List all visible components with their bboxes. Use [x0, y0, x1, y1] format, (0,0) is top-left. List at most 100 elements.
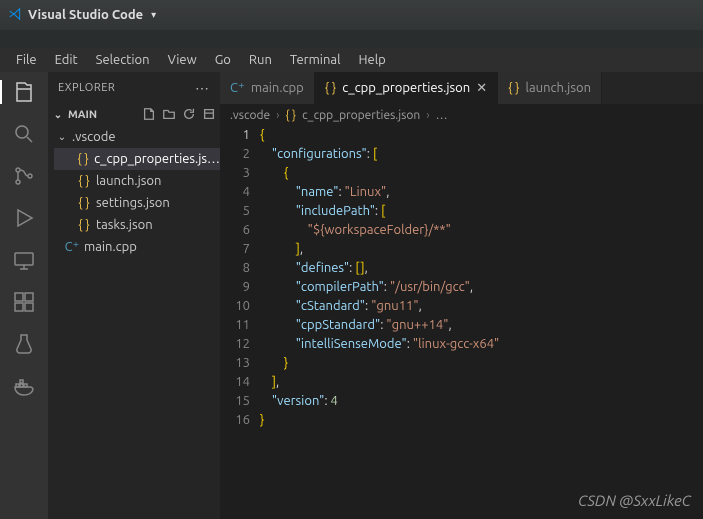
code-line[interactable]: }	[260, 411, 703, 430]
menu-selection[interactable]: Selection	[88, 51, 158, 69]
code-line[interactable]: {	[260, 126, 703, 145]
tree-file[interactable]: C⁺main.cpp	[54, 236, 220, 258]
docker-icon[interactable]	[12, 374, 36, 398]
sidebar-section-main[interactable]: ⌄ MAIN	[48, 104, 220, 126]
breadcrumb-part[interactable]: .vscode	[230, 109, 270, 122]
menu-edit[interactable]: Edit	[47, 51, 86, 69]
code-line[interactable]: "defines": [],	[260, 259, 703, 278]
editor: C⁺main.cpp{ }c_cpp_properties.json✕{ }la…	[220, 72, 703, 519]
tree-file-label: settings.json	[96, 196, 170, 210]
line-number: 10	[220, 297, 250, 316]
app-title: Visual Studio Code	[28, 8, 143, 22]
tab-label: launch.json	[526, 81, 591, 95]
json-file-icon: { }	[286, 109, 297, 122]
line-number: 1	[220, 126, 250, 145]
tree-file[interactable]: { } settings.json	[54, 192, 220, 214]
new-file-icon[interactable]	[142, 107, 156, 124]
menu-terminal[interactable]: Terminal	[282, 51, 349, 69]
line-number: 14	[220, 373, 250, 392]
code-line[interactable]: "includePath": [	[260, 202, 703, 221]
line-number: 5	[220, 202, 250, 221]
tree-file[interactable]: { } launch.json	[54, 170, 220, 192]
sidebar: EXPLORER ⋯ ⌄ MAIN ⌄.vscode{ }c_cpp_prope…	[48, 72, 220, 519]
code-lines[interactable]: { "configurations": [ { "name": "Linux",…	[260, 126, 703, 519]
testing-icon[interactable]	[12, 332, 36, 356]
tab[interactable]: { } c_cpp_properties.json ✕	[315, 72, 498, 104]
line-number: 9	[220, 278, 250, 297]
line-number: 8	[220, 259, 250, 278]
chevron-right-icon: ›	[426, 109, 429, 122]
breadcrumb[interactable]: .vscode›{ }c_cpp_properties.json›…	[220, 104, 703, 126]
file-tree: ⌄.vscode{ }c_cpp_properties.js…{ }launch…	[48, 126, 220, 258]
code-line[interactable]: "name": "Linux",	[260, 183, 703, 202]
line-number: 4	[220, 183, 250, 202]
code-line[interactable]: "${workspaceFolder}/**"	[260, 221, 703, 240]
search-icon[interactable]	[12, 122, 36, 146]
tab[interactable]: { }launch.json	[498, 72, 602, 104]
code-line[interactable]: }	[260, 354, 703, 373]
explorer-icon[interactable]	[12, 80, 36, 104]
collapse-icon[interactable]	[202, 107, 216, 124]
code-line[interactable]: "configurations": [	[260, 145, 703, 164]
breadcrumb-part[interactable]: c_cpp_properties.json	[302, 109, 420, 122]
tab-label: main.cpp	[251, 81, 304, 95]
watermark: CSDN @SxxLikeC	[578, 492, 691, 509]
tree-file-label: tasks.json	[96, 218, 153, 232]
chevron-down-icon: ⌄	[56, 131, 68, 143]
run-debug-icon[interactable]	[12, 206, 36, 230]
tree-file-label: launch.json	[96, 174, 161, 188]
chevron-down-icon: ⌄	[52, 109, 64, 121]
titlebar-spacer	[0, 30, 703, 48]
menu-file[interactable]: File	[8, 51, 45, 69]
json-file-icon: { }	[76, 196, 92, 210]
code-line[interactable]: ],	[260, 240, 703, 259]
line-number: 13	[220, 354, 250, 373]
tree-file[interactable]: { } c_cpp_properties.js…	[54, 148, 220, 170]
breadcrumb-more[interactable]: …	[436, 109, 448, 122]
vscode-logo-icon	[8, 7, 22, 24]
titlebar: Visual Studio Code ▾	[0, 0, 703, 30]
line-number: 2	[220, 145, 250, 164]
scm-icon[interactable]	[12, 164, 36, 188]
tree-file[interactable]: { } tasks.json	[54, 214, 220, 236]
line-number: 7	[220, 240, 250, 259]
menubar: FileEditSelectionViewGoRunTerminalHelp	[0, 48, 703, 72]
close-icon[interactable]: ✕	[476, 81, 487, 96]
sidebar-section-label: MAIN	[68, 109, 97, 121]
line-number: 11	[220, 316, 250, 335]
json-file-icon: { }	[76, 218, 92, 232]
chevron-down-icon[interactable]: ▾	[151, 9, 156, 21]
remote-icon[interactable]	[12, 248, 36, 272]
code-line[interactable]: "intelliSenseMode": "linux-gcc-x64"	[260, 335, 703, 354]
extensions-icon[interactable]	[12, 290, 36, 314]
tab-label: c_cpp_properties.json	[342, 81, 470, 95]
code-line[interactable]: ],	[260, 373, 703, 392]
editor-tabs: C⁺main.cpp { } c_cpp_properties.json ✕ { }la…	[220, 72, 703, 104]
json-file-icon: { }	[76, 152, 90, 166]
refresh-icon[interactable]	[182, 107, 196, 124]
code-line[interactable]: "cStandard": "gnu11",	[260, 297, 703, 316]
tab[interactable]: C⁺main.cpp	[220, 72, 315, 104]
line-number: 3	[220, 164, 250, 183]
code-line[interactable]: {	[260, 164, 703, 183]
menu-go[interactable]: Go	[207, 51, 239, 69]
code-line[interactable]: "cppStandard": "gnu++14",	[260, 316, 703, 335]
tree-folder-vscode[interactable]: ⌄ .vscode	[54, 126, 220, 148]
code-area[interactable]: 12345678910111213141516 { "configuration…	[220, 126, 703, 519]
json-file-icon: { }	[76, 174, 92, 188]
menu-run[interactable]: Run	[241, 51, 280, 69]
new-folder-icon[interactable]	[162, 107, 176, 124]
tree-folder-label: .vscode	[72, 130, 116, 144]
line-number: 16	[220, 411, 250, 430]
cpp-file-icon: C⁺	[64, 240, 80, 255]
menu-help[interactable]: Help	[350, 51, 393, 69]
code-line[interactable]: "compilerPath": "/usr/bin/gcc",	[260, 278, 703, 297]
menu-view[interactable]: View	[160, 51, 205, 69]
line-number: 15	[220, 392, 250, 411]
tree-file-label: c_cpp_properties.js…	[94, 152, 220, 166]
line-number: 12	[220, 335, 250, 354]
json-file-icon: { }	[325, 81, 336, 95]
sidebar-actions	[142, 107, 216, 124]
more-icon[interactable]: ⋯	[195, 80, 210, 97]
code-line[interactable]: "version": 4	[260, 392, 703, 411]
